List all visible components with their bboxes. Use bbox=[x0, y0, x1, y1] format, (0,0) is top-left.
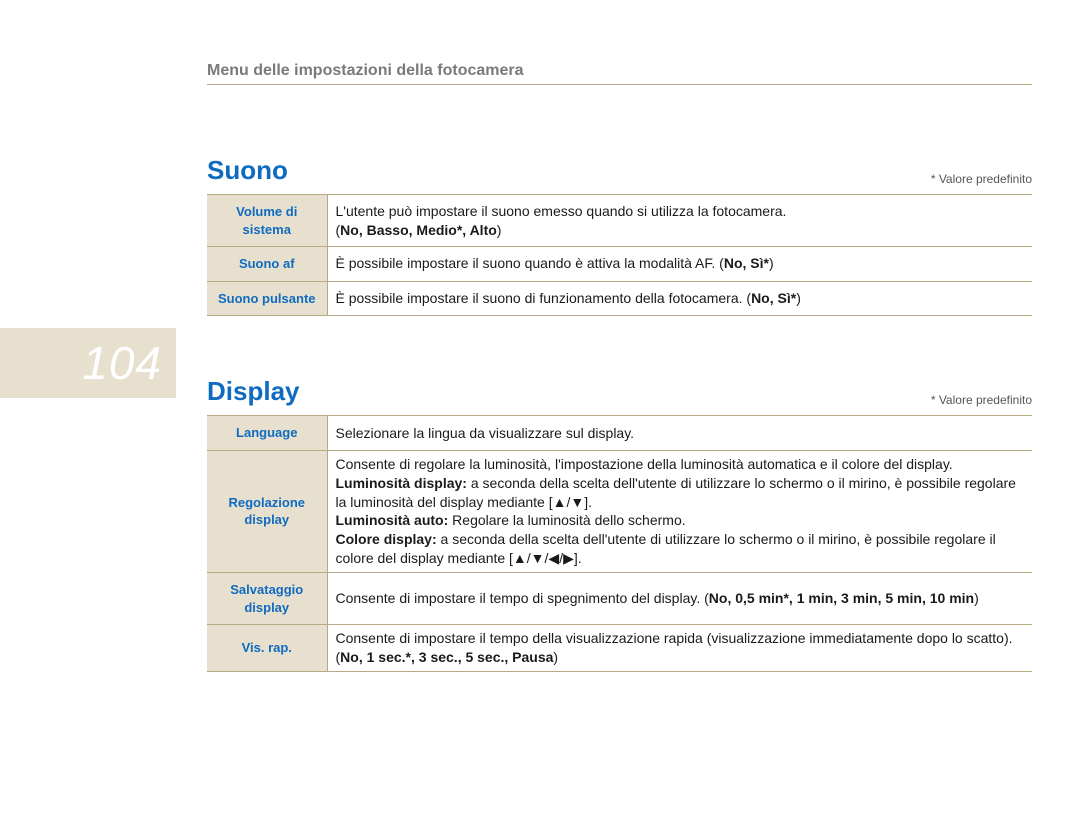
table-sound: Volume di sistema L'utente può impostare… bbox=[207, 194, 1032, 316]
page-root: 104 Menu delle impostazioni della fotoca… bbox=[0, 0, 1080, 815]
table-row: Suono af È possibile impostare il suono … bbox=[207, 247, 1032, 282]
desc-bold: Luminosità display: bbox=[336, 475, 467, 491]
section-title-display: Display bbox=[207, 376, 300, 407]
section-title-sound: Suono bbox=[207, 155, 288, 186]
page-number-block: 104 bbox=[0, 328, 176, 398]
row-desc: Consente di impostare il tempo di spegni… bbox=[327, 573, 1032, 625]
breadcrumb-underline bbox=[207, 84, 1032, 85]
desc-bold: No, 0,5 min*, 1 min, 3 min, 5 min, 10 mi… bbox=[709, 590, 974, 606]
table-row: Vis. rap. Consente di impostare il tempo… bbox=[207, 625, 1032, 672]
breadcrumb: Menu delle impostazioni della fotocamera bbox=[207, 62, 1032, 80]
desc-text: ) bbox=[553, 649, 558, 665]
table-row: Language Selezionare la lingua da visual… bbox=[207, 416, 1032, 451]
desc-bold: No, 1 sec.*, 3 sec., 5 sec., Pausa bbox=[340, 649, 553, 665]
row-label: Regolazione display bbox=[207, 450, 327, 572]
default-note: * Valore predefinito bbox=[931, 393, 1032, 407]
desc-text: ) bbox=[796, 290, 801, 306]
desc-bold: No, Basso, Medio*, Alto bbox=[340, 222, 497, 238]
default-note: * Valore predefinito bbox=[931, 172, 1032, 186]
table-display: Language Selezionare la lingua da visual… bbox=[207, 415, 1032, 672]
row-desc: È possibile impostare il suono quando è … bbox=[327, 247, 1032, 282]
row-label: Vis. rap. bbox=[207, 625, 327, 672]
desc-bold: Luminosità auto: bbox=[336, 512, 449, 528]
table-row: Salvataggio display Consente di impostar… bbox=[207, 573, 1032, 625]
content-area: Menu delle impostazioni della fotocamera… bbox=[207, 62, 1032, 672]
desc-text: Consente di regolare la luminosità, l'im… bbox=[336, 456, 953, 472]
desc-text: Consente di impostare il tempo di spegni… bbox=[336, 590, 709, 606]
desc-text: ) bbox=[769, 255, 774, 271]
section-header-display: Display * Valore predefinito bbox=[207, 376, 1032, 407]
row-label: Suono pulsante bbox=[207, 281, 327, 316]
desc-text: È possibile impostare il suono quando è … bbox=[336, 255, 724, 271]
row-desc: Selezionare la lingua da visualizzare su… bbox=[327, 416, 1032, 451]
row-desc: L'utente può impostare il suono emesso q… bbox=[327, 195, 1032, 247]
table-row: Suono pulsante È possibile impostare il … bbox=[207, 281, 1032, 316]
desc-text: Regolare la luminosità dello schermo. bbox=[448, 512, 685, 528]
section-gap bbox=[207, 316, 1032, 376]
row-label: Suono af bbox=[207, 247, 327, 282]
row-desc: Consente di regolare la luminosità, l'im… bbox=[327, 450, 1032, 572]
row-desc: È possibile impostare il suono di funzio… bbox=[327, 281, 1032, 316]
page-number: 104 bbox=[82, 336, 162, 390]
desc-text: ) bbox=[497, 222, 502, 238]
row-desc: Consente di impostare il tempo della vis… bbox=[327, 625, 1032, 672]
desc-bold: Colore display: bbox=[336, 531, 437, 547]
table-row: Volume di sistema L'utente può impostare… bbox=[207, 195, 1032, 247]
table-row: Regolazione display Consente di regolare… bbox=[207, 450, 1032, 572]
desc-text: ) bbox=[974, 590, 979, 606]
desc-bold: No, Sì* bbox=[751, 290, 796, 306]
row-label: Volume di sistema bbox=[207, 195, 327, 247]
row-label: Salvataggio display bbox=[207, 573, 327, 625]
desc-bold: No, Sì* bbox=[724, 255, 769, 271]
section-header-sound: Suono * Valore predefinito bbox=[207, 155, 1032, 186]
row-label: Language bbox=[207, 416, 327, 451]
desc-text: È possibile impostare il suono di funzio… bbox=[336, 290, 752, 306]
desc-text: L'utente può impostare il suono emesso q… bbox=[336, 203, 787, 219]
